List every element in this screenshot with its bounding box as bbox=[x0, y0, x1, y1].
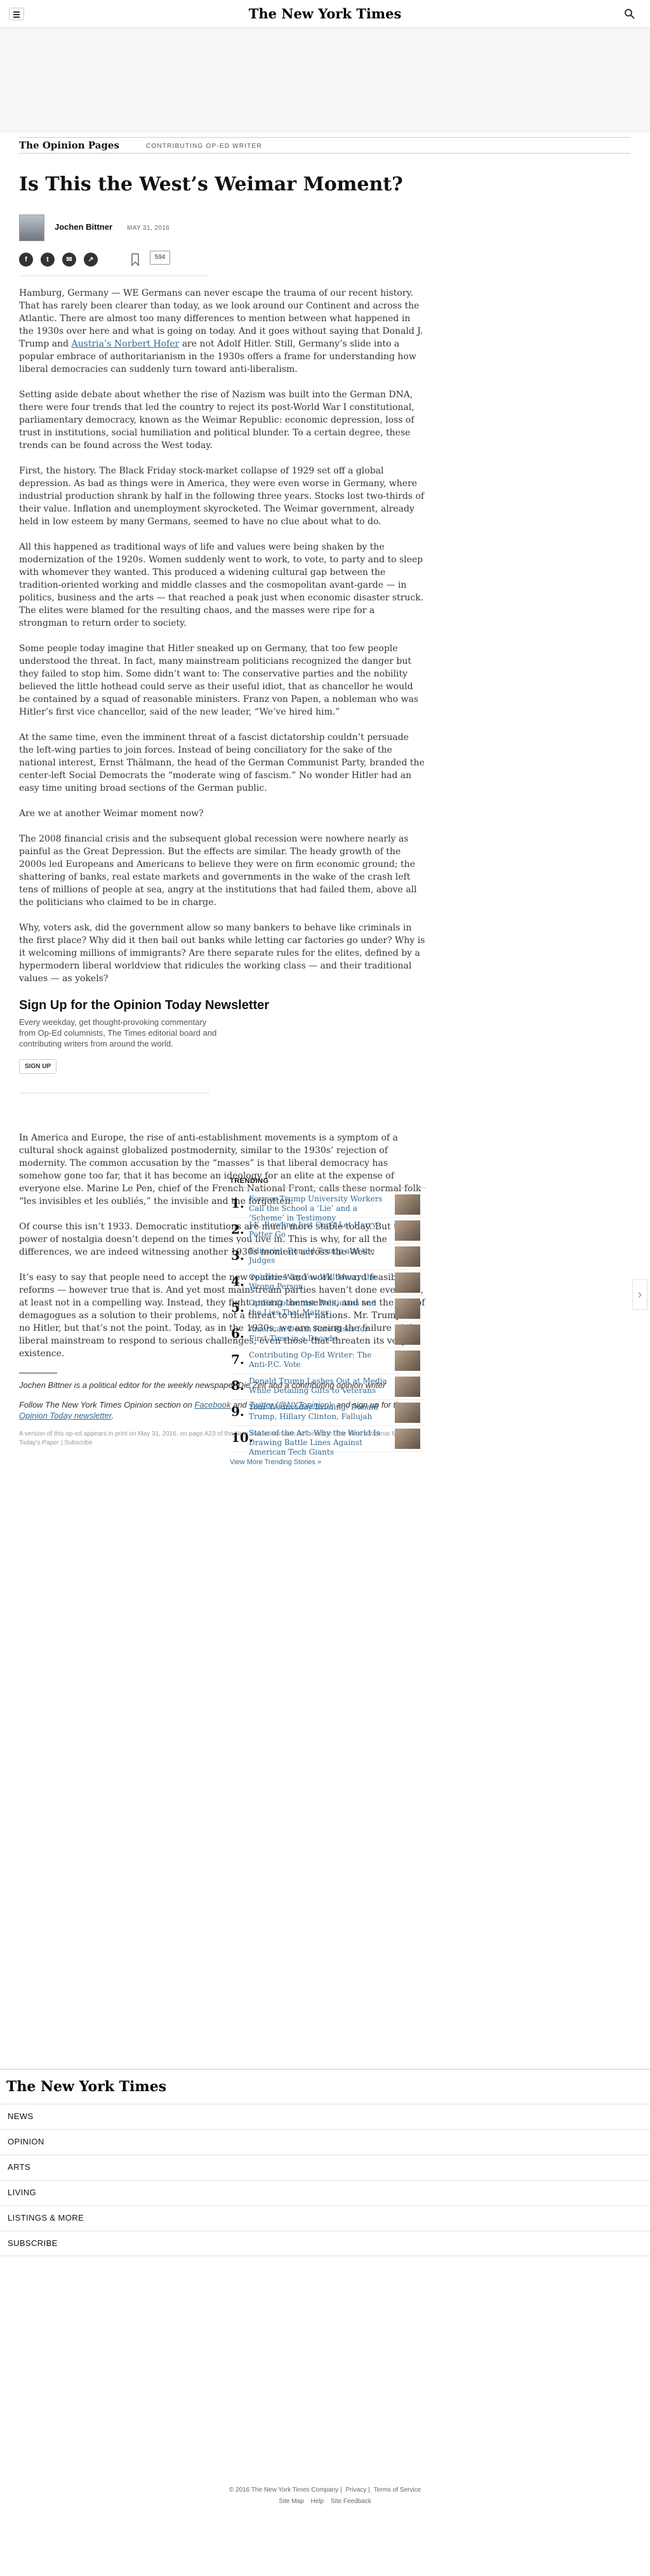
author-avatar bbox=[19, 215, 44, 241]
comments-count[interactable]: 594 bbox=[150, 251, 170, 265]
trending-rank: 6. bbox=[231, 1326, 244, 1341]
trending-item[interactable]: 9. Your Wednesday Briefing: Donald Trump,… bbox=[230, 1400, 427, 1426]
trending-title-link[interactable]: Contributing Op-Ed Writer: The Anti-P.C.… bbox=[249, 1351, 388, 1370]
article-paragraph: Why, voters ask, did the government allo… bbox=[19, 923, 425, 984]
trending-title-link[interactable]: Donald Trump Lashes Out at Media While D… bbox=[249, 1377, 388, 1396]
trending-title-link[interactable]: Editorial: Donald Trump and the Judges bbox=[249, 1246, 388, 1265]
masthead-logo[interactable]: The New York Times bbox=[0, 6, 650, 22]
headline: Is This the West’s Weimar Moment? bbox=[19, 173, 403, 195]
trending-rank: 9. bbox=[231, 1404, 244, 1419]
trending-thumbnail[interactable] bbox=[395, 1429, 420, 1449]
trending-item[interactable]: 1. Former Trump University Workers Call t… bbox=[230, 1192, 427, 1222]
section-subtitle: CONTRIBUTING OP-ED WRITER bbox=[146, 143, 262, 150]
author-byline[interactable]: Jochen Bittner bbox=[55, 222, 112, 232]
share-icon: ↗ bbox=[88, 256, 94, 263]
trending-rank: 3. bbox=[231, 1248, 244, 1263]
trending-item[interactable]: 6. American Death Rate Rises for First Ti… bbox=[230, 1322, 427, 1348]
footer-nav-living[interactable]: LIVING bbox=[0, 2180, 650, 2205]
ad-banner bbox=[0, 28, 650, 133]
trending-thumbnail[interactable] bbox=[395, 1220, 420, 1241]
trending-thumbnail[interactable] bbox=[395, 1324, 420, 1345]
trending-title-link[interactable]: Op-Ed Columnist: Politicians and the Lie… bbox=[249, 1298, 388, 1318]
terms-link[interactable]: Terms of Service bbox=[374, 2487, 421, 2493]
footer-logo[interactable]: The New York Times bbox=[6, 2078, 166, 2095]
bookmark-icon[interactable] bbox=[131, 253, 140, 267]
article-paragraph: Setting aside debate about whether the r… bbox=[19, 390, 415, 451]
footer-nav-news[interactable]: NEWS bbox=[0, 2104, 650, 2129]
next-article-arrow[interactable]: › bbox=[632, 1279, 647, 1310]
trending-item[interactable]: 8. Donald Trump Lashes Out at Media While… bbox=[230, 1374, 427, 1400]
trending-rank: 10. bbox=[231, 1430, 253, 1445]
search-icon[interactable] bbox=[624, 8, 635, 20]
trending-item[interactable]: 2. J.K. Rowling Just Can’t Let Harry Pott… bbox=[230, 1218, 427, 1244]
privacy-link[interactable]: Privacy bbox=[346, 2487, 367, 2493]
article-paragraph: At the same time, even the imminent thre… bbox=[19, 732, 425, 793]
more-share-button[interactable]: ↗ bbox=[84, 253, 98, 267]
trending-rank: 2. bbox=[231, 1222, 244, 1237]
trending-rank: 4. bbox=[231, 1274, 244, 1289]
site-map-link[interactable]: Site Map bbox=[279, 2498, 303, 2505]
copyright-text: © 2016 The New York Times Company bbox=[229, 2487, 339, 2493]
article-paragraph: Some people today imagine that Hitler sn… bbox=[19, 644, 418, 717]
trending-thumbnail[interactable] bbox=[395, 1377, 420, 1397]
site-feedback-link[interactable]: Site Feedback bbox=[331, 2498, 371, 2505]
footer-nav-listings[interactable]: LISTINGS & MORE bbox=[0, 2205, 650, 2231]
trending-title-link[interactable]: American Death Rate Rises for First Time… bbox=[249, 1324, 388, 1344]
trending-rank: 5. bbox=[231, 1300, 244, 1315]
divider bbox=[19, 275, 209, 276]
footer-links: Site Map Help Site Feedback bbox=[0, 2498, 650, 2505]
newsletter-link[interactable]: Opinion Today newsletter bbox=[19, 1411, 112, 1420]
section-title[interactable]: The Opinion Pages bbox=[19, 140, 119, 151]
facebook-icon: f bbox=[25, 256, 27, 263]
email-icon: ✉ bbox=[66, 256, 72, 263]
trending-header: TRENDING bbox=[230, 1177, 427, 1188]
top-bar: The New York Times bbox=[0, 0, 650, 28]
trending-module: TRENDING 1. Former Trump University Worke… bbox=[230, 1177, 427, 1466]
footer-nav-arts[interactable]: ARTS bbox=[0, 2155, 650, 2180]
view-more-trending-link[interactable]: View More Trending Stories » bbox=[230, 1458, 427, 1466]
trending-item[interactable]: 5. Op-Ed Columnist: Politicians and the L… bbox=[230, 1296, 427, 1322]
twitter-icon: t bbox=[46, 256, 49, 263]
article-paragraph: Are we at another Weimar moment now? bbox=[19, 809, 204, 819]
norbert-hofer-link[interactable]: Austria’s Norbert Hofer bbox=[72, 339, 180, 349]
newsletter-description: Every weekday, get thought-provoking com… bbox=[19, 1017, 217, 1048]
publish-date: MAY 31, 2016 bbox=[127, 225, 170, 232]
trending-title-link[interactable]: Your Wednesday Briefing: Donald Trump, H… bbox=[249, 1403, 388, 1422]
trending-title-link[interactable]: J.K. Rowling Just Can’t Let Harry Potter… bbox=[249, 1220, 388, 1239]
article-paragraph: The 2008 financial crisis and the subseq… bbox=[19, 834, 417, 908]
trending-thumbnail[interactable] bbox=[395, 1403, 420, 1423]
trending-thumbnail[interactable] bbox=[395, 1272, 420, 1293]
footer-divider bbox=[0, 2069, 650, 2070]
newsletter-title: Sign Up for the Opinion Today Newsletter bbox=[19, 998, 270, 1012]
footer-nav-opinion[interactable]: OPINION bbox=[0, 2129, 650, 2155]
trending-item[interactable]: 3. Editorial: Donald Trump and the Judges bbox=[230, 1244, 427, 1270]
trending-rank: 8. bbox=[231, 1378, 244, 1393]
newsletter-signup: Sign Up for the Opinion Today Newsletter… bbox=[19, 998, 425, 1113]
article-paragraph: Hamburg, Germany — WE Germans can never … bbox=[19, 288, 423, 374]
copyright: © 2016 The New York Times Company | Priva… bbox=[229, 2487, 421, 2493]
trending-thumbnail[interactable] bbox=[395, 1246, 420, 1267]
footer-nav: NEWS OPINION ARTS LIVING LISTINGS & MORE… bbox=[0, 2104, 650, 2256]
article-paragraph: All this happened as traditional ways of… bbox=[19, 542, 424, 628]
trending-thumbnail[interactable] bbox=[395, 1298, 420, 1319]
trending-item[interactable]: 10. State of the Art: Why the World Is Dr… bbox=[230, 1426, 427, 1456]
trending-item[interactable]: 7. Contributing Op-Ed Writer: The Anti-P.… bbox=[230, 1348, 427, 1374]
footer-nav-subscribe[interactable]: SUBSCRIBE bbox=[0, 2231, 650, 2256]
newsletter-signup-button[interactable]: SIGN UP bbox=[19, 1059, 57, 1074]
trending-title-link[interactable]: Opinion: Why You Will Marry the Wrong Pe… bbox=[249, 1272, 388, 1291]
trending-rank: 1. bbox=[231, 1196, 244, 1211]
trending-title-link[interactable]: State of the Art: Why the World Is Drawi… bbox=[249, 1429, 388, 1457]
trending-thumbnail[interactable] bbox=[395, 1194, 420, 1215]
facebook-link[interactable]: Facebook bbox=[194, 1400, 230, 1410]
trending-thumbnail[interactable] bbox=[395, 1351, 420, 1371]
trending-item[interactable]: 4. Opinion: Why You Will Marry the Wrong … bbox=[230, 1270, 427, 1296]
email-share-button[interactable]: ✉ bbox=[62, 253, 76, 267]
facebook-share-button[interactable]: f bbox=[19, 253, 33, 267]
help-link[interactable]: Help bbox=[310, 2498, 324, 2505]
trending-rank: 7. bbox=[231, 1352, 244, 1367]
twitter-share-button[interactable]: t bbox=[41, 253, 55, 267]
article-paragraph: First, the history. The Black Friday sto… bbox=[19, 466, 425, 527]
